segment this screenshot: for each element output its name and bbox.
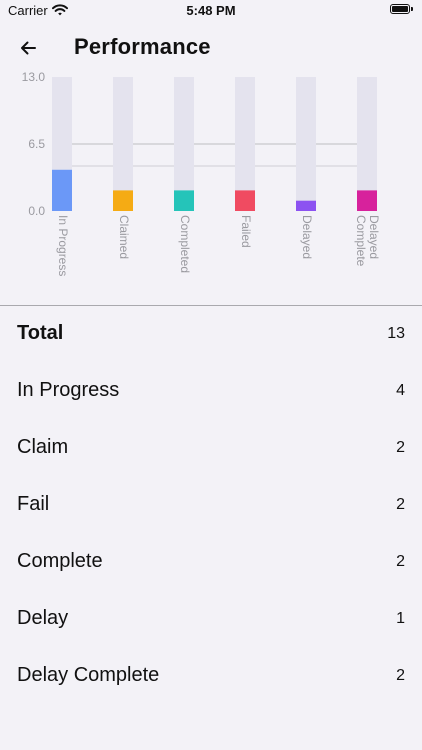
summary-row: In Progress 4 — [0, 363, 422, 420]
row-label: Delay — [17, 607, 69, 629]
y-tick-label: 0.0 — [28, 204, 45, 218]
row-value: 2 — [396, 553, 405, 570]
row-label: Delay Complete — [17, 664, 160, 686]
row-value: 1 — [396, 610, 405, 627]
x-tick-label: In Progress — [56, 215, 70, 276]
summary-row: Fail 2 — [0, 477, 422, 534]
row-value: 2 — [396, 667, 405, 684]
x-tick-label: Failed — [239, 215, 253, 248]
back-button[interactable] — [14, 34, 42, 62]
bar — [52, 169, 72, 211]
row-value: 4 — [396, 382, 405, 399]
row-label: In Progress — [17, 379, 120, 401]
bar-chart: 13.0 6.5 0.0 In Progress Claimed Completed Fai… — [22, 70, 381, 276]
clock: 5:48 PM — [186, 3, 236, 18]
y-tick-label: 6.5 — [28, 137, 45, 151]
x-tick-label: Delayed — [367, 215, 381, 259]
x-tick-label: Completed — [178, 215, 192, 273]
page-title: Performance — [74, 34, 211, 59]
x-tick-label: Complete — [354, 215, 368, 267]
nav-bar: Performance — [0, 28, 422, 68]
total-row: Total 13 — [0, 306, 422, 363]
summary-row: Delay 1 — [0, 591, 422, 648]
bar — [357, 190, 377, 211]
summary-row: Complete 2 — [0, 534, 422, 591]
summary-row: Claim 2 — [0, 420, 422, 477]
row-value: 2 — [396, 496, 405, 513]
summary-row: Delay Complete 2 — [0, 648, 422, 705]
row-label: Claim — [17, 436, 69, 458]
row-value: 13 — [387, 325, 405, 342]
x-tick-label: Delayed — [300, 215, 314, 259]
bar — [174, 190, 194, 211]
row-label: Fail — [17, 493, 50, 515]
bar — [235, 190, 255, 211]
row-label: Complete — [17, 550, 103, 572]
bar — [113, 190, 133, 211]
bar — [296, 200, 316, 211]
y-tick-label: 13.0 — [22, 70, 46, 84]
status-bar: Carrier 5:48 PM — [0, 0, 422, 22]
bar-track — [296, 77, 316, 211]
battery-icon — [390, 4, 414, 15]
row-value: 2 — [396, 439, 405, 456]
row-label: Total — [17, 322, 64, 344]
x-tick-label: Claimed — [117, 215, 131, 259]
arrow-left-icon — [21, 41, 36, 55]
